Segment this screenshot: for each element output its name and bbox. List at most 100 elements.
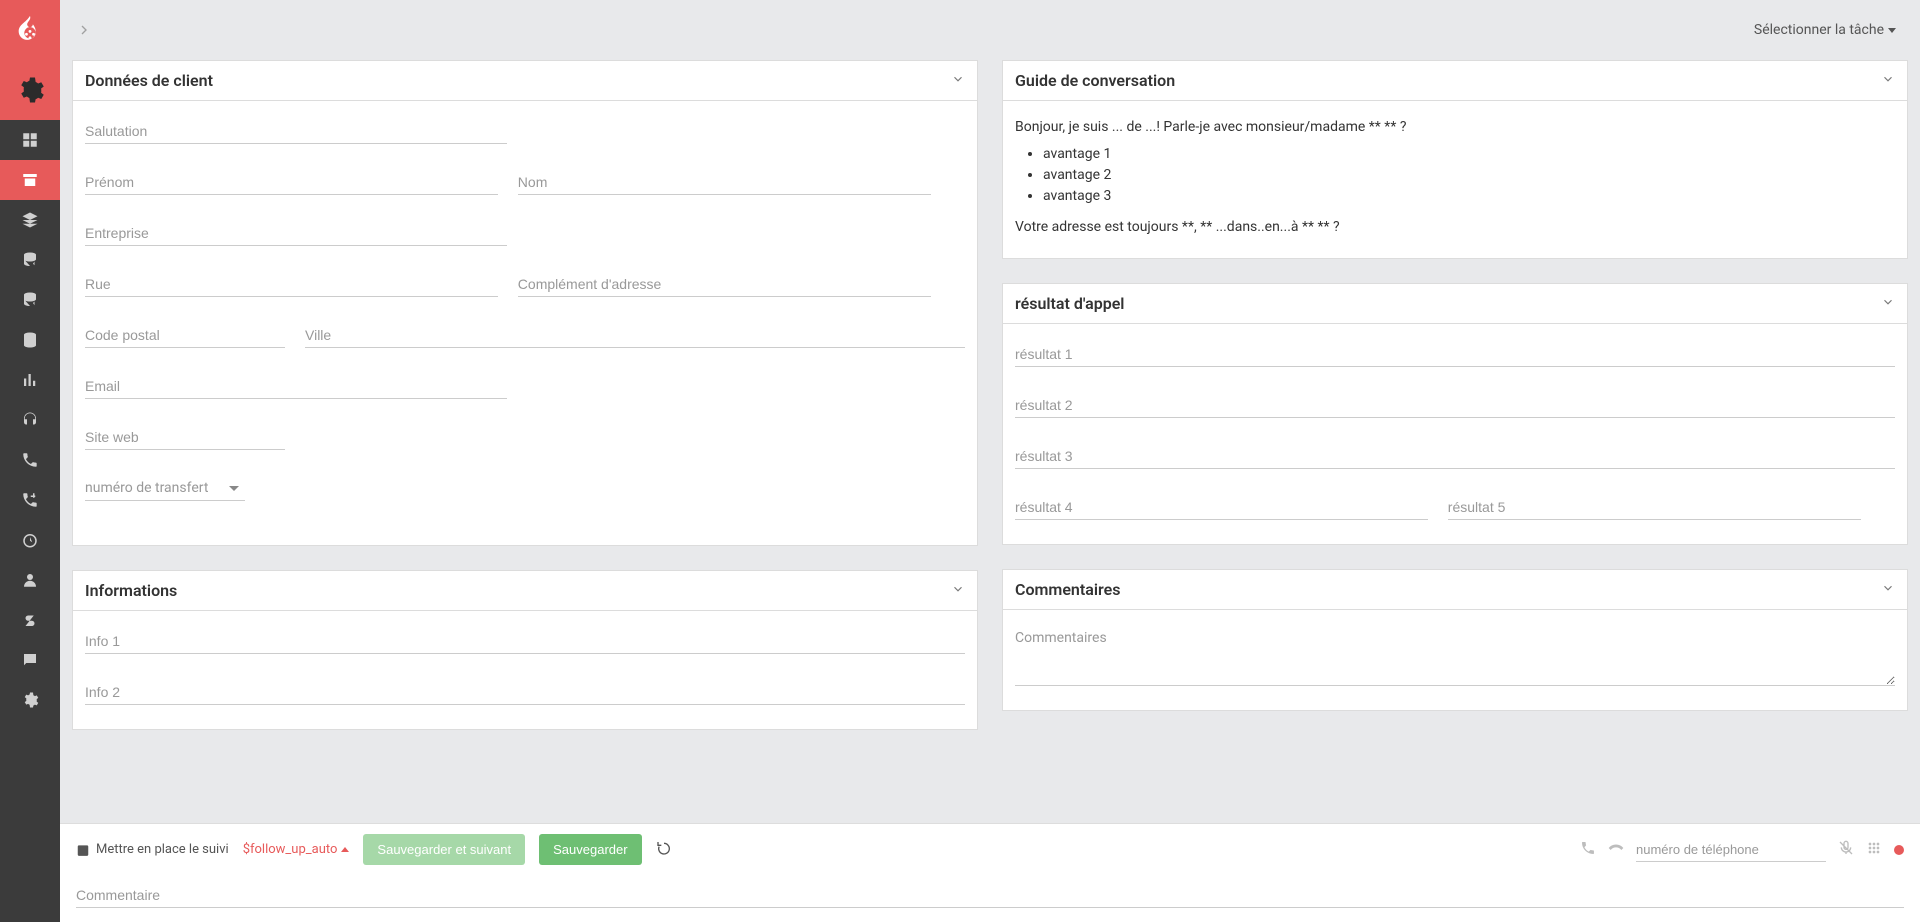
headset-icon xyxy=(21,411,39,429)
nav-archive[interactable] xyxy=(0,160,60,200)
phone-icon xyxy=(21,451,39,469)
hangup-button[interactable] xyxy=(1608,840,1624,860)
nav-user[interactable] xyxy=(0,560,60,600)
call-button[interactable] xyxy=(1580,840,1596,860)
task-select-label: Sélectionner la tâche xyxy=(1754,22,1884,38)
panel-call-result-header[interactable]: résultat d'appel xyxy=(1003,284,1907,324)
nav-dashboard[interactable] xyxy=(0,120,60,160)
followup-auto[interactable]: $follow_up_auto xyxy=(243,842,350,857)
db-up-icon xyxy=(21,291,39,309)
nav-phone[interactable] xyxy=(0,440,60,480)
stopwatch-icon xyxy=(21,531,39,549)
panel-informations: Informations xyxy=(72,570,978,730)
database-icon xyxy=(21,331,39,349)
breadcrumb[interactable] xyxy=(76,22,92,38)
panel-call-result-title: résultat d'appel xyxy=(1015,294,1124,313)
archive-icon xyxy=(21,171,39,189)
nav-db-in[interactable] xyxy=(0,240,60,280)
panel-guide-header[interactable]: Guide de conversation xyxy=(1003,61,1907,101)
result1-input[interactable] xyxy=(1015,340,1895,367)
email-input[interactable] xyxy=(85,372,507,399)
panel-informations-header[interactable]: Informations xyxy=(73,571,977,611)
chat-icon xyxy=(21,651,39,669)
info2-input[interactable] xyxy=(85,678,965,705)
mute-button[interactable] xyxy=(1838,840,1854,860)
phone-icon xyxy=(1580,840,1596,856)
info1-input[interactable] xyxy=(85,627,965,654)
save-next-button[interactable]: Sauvegarder et suivant xyxy=(363,834,525,865)
task-select[interactable]: Sélectionner la tâche xyxy=(1754,22,1896,38)
footer: Mettre en place le suivi $follow_up_auto… xyxy=(60,823,1920,922)
nav-timer[interactable] xyxy=(0,520,60,560)
footer-comment-input[interactable] xyxy=(76,883,1904,908)
salutation-input[interactable] xyxy=(85,117,507,144)
transfer-number-label: numéro de transfert xyxy=(85,480,208,496)
panel-comments: Commentaires xyxy=(1002,569,1908,711)
result2-input[interactable] xyxy=(1015,391,1895,418)
panel-client-title: Données de client xyxy=(85,71,213,90)
nav-db-out[interactable] xyxy=(0,280,60,320)
nav-layers[interactable] xyxy=(0,200,60,240)
guide-bullet-1: avantage 1 xyxy=(1043,144,1895,165)
nav-settings[interactable] xyxy=(0,680,60,720)
zip-input[interactable] xyxy=(85,321,285,348)
chevron-down-icon xyxy=(1881,72,1895,90)
phone-number-input[interactable] xyxy=(1636,838,1826,862)
firstname-input[interactable] xyxy=(85,168,498,195)
nav-chat[interactable] xyxy=(0,640,60,680)
nav-billing[interactable] xyxy=(0,600,60,640)
phone-plus-icon xyxy=(21,491,39,509)
dialpad-icon xyxy=(1866,840,1882,856)
nav-db[interactable] xyxy=(0,320,60,360)
street-input[interactable] xyxy=(85,270,498,297)
chevron-down-icon xyxy=(951,72,965,90)
panel-call-result: résultat d'appel xyxy=(1002,283,1908,545)
city-input[interactable] xyxy=(305,321,965,348)
panel-guide: Guide de conversation Bonjour, je suis .… xyxy=(1002,60,1908,259)
undo-button[interactable] xyxy=(656,840,672,860)
brand-gear[interactable] xyxy=(0,60,60,120)
panel-comments-title: Commentaires xyxy=(1015,580,1120,599)
nav-headset[interactable] xyxy=(0,400,60,440)
gear-icon xyxy=(15,75,45,105)
guide-outro: Votre adresse est toujours **, ** ...dan… xyxy=(1015,217,1895,238)
calendar-icon xyxy=(76,843,90,857)
flame-reel-icon xyxy=(13,13,47,47)
result5-input[interactable] xyxy=(1448,493,1861,520)
dialpad-button[interactable] xyxy=(1866,840,1882,860)
brand-logo[interactable] xyxy=(0,0,60,60)
user-icon xyxy=(21,571,39,589)
nav-stats[interactable] xyxy=(0,360,60,400)
record-indicator[interactable] xyxy=(1894,845,1904,855)
address2-input[interactable] xyxy=(518,270,931,297)
panel-client-header[interactable]: Données de client xyxy=(73,61,977,101)
panel-client-data: Données de client xyxy=(72,60,978,546)
save-button[interactable]: Sauvegarder xyxy=(539,834,641,865)
panel-guide-title: Guide de conversation xyxy=(1015,71,1175,90)
chevron-down-icon xyxy=(1881,295,1895,313)
db-down-icon xyxy=(21,251,39,269)
result4-input[interactable] xyxy=(1015,493,1428,520)
guide-intro: Bonjour, je suis ... de ...! Parle-je av… xyxy=(1015,117,1895,138)
comments-textarea[interactable] xyxy=(1015,626,1895,686)
panel-comments-header[interactable]: Commentaires xyxy=(1003,570,1907,610)
result3-input[interactable] xyxy=(1015,442,1895,469)
nav-phone-missed[interactable] xyxy=(0,480,60,520)
dollar-icon xyxy=(21,611,39,629)
caret-up-icon xyxy=(341,847,349,852)
followup-auto-label: $follow_up_auto xyxy=(243,842,338,857)
caret-down-icon xyxy=(1888,28,1896,33)
grid-icon xyxy=(21,131,39,149)
followup-setup[interactable]: Mettre en place le suivi xyxy=(76,842,229,857)
lastname-input[interactable] xyxy=(518,168,931,195)
guide-bullet-2: avantage 2 xyxy=(1043,165,1895,186)
sidebar-nav xyxy=(0,120,60,922)
chevron-down-icon xyxy=(951,582,965,600)
caret-down-icon xyxy=(229,486,239,491)
website-input[interactable] xyxy=(85,423,285,450)
guide-bullets: avantage 1 avantage 2 avantage 3 xyxy=(1043,144,1895,207)
company-input[interactable] xyxy=(85,219,507,246)
transfer-number-select[interactable]: numéro de transfert xyxy=(85,474,245,501)
mic-off-icon xyxy=(1838,840,1854,856)
chevron-right-icon xyxy=(76,22,92,38)
